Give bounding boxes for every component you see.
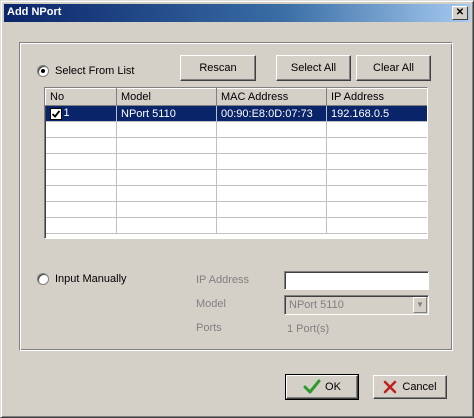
ip-address-label: IP Address bbox=[196, 274, 249, 286]
table-row-empty bbox=[45, 169, 427, 186]
column-header-no[interactable]: No bbox=[45, 88, 117, 106]
clear-all-button[interactable]: Clear All bbox=[356, 55, 431, 81]
title-bar: Add NPort ✕ bbox=[4, 4, 470, 22]
select-all-button[interactable]: Select All bbox=[276, 55, 351, 81]
model-label: Model bbox=[196, 298, 226, 310]
row-mac: 00:90:E8:0D:07:73 bbox=[216, 105, 327, 122]
ports-value: 1 Port(s) bbox=[287, 323, 330, 335]
ip-address-input[interactable] bbox=[284, 271, 429, 290]
ports-label: Ports bbox=[196, 322, 222, 334]
table-row-empty bbox=[45, 217, 427, 234]
cancel-button[interactable]: Cancel bbox=[373, 375, 447, 399]
ok-label: OK bbox=[325, 381, 341, 393]
select-from-list-option[interactable]: Select From List bbox=[37, 65, 134, 77]
table-row-empty bbox=[45, 137, 427, 154]
checkmark-icon bbox=[303, 379, 321, 394]
model-select-value: NPort 5110 bbox=[289, 299, 344, 311]
column-header-ip[interactable]: IP Address bbox=[326, 88, 427, 106]
chevron-down-icon[interactable]: ▼ bbox=[413, 297, 427, 313]
row-no: 1 bbox=[63, 107, 70, 120]
input-manually-option[interactable]: Input Manually bbox=[37, 273, 127, 285]
model-select[interactable]: NPort 5110 ▼ bbox=[284, 295, 429, 315]
nport-table: No Model MAC Address IP Address 1 NPort … bbox=[45, 88, 427, 234]
column-header-mac[interactable]: MAC Address bbox=[216, 88, 327, 106]
input-manually-radio[interactable] bbox=[37, 273, 49, 285]
x-mark-icon bbox=[384, 380, 397, 394]
row-checkbox[interactable] bbox=[49, 107, 62, 120]
row-model: NPort 5110 bbox=[116, 105, 217, 122]
row-no-cell: 1 bbox=[45, 105, 117, 122]
add-nport-dialog: Add NPort ✕ Select From List Rescan Sele… bbox=[0, 0, 474, 418]
nport-list[interactable]: No Model MAC Address IP Address 1 NPort … bbox=[44, 87, 428, 239]
close-button[interactable]: ✕ bbox=[452, 6, 468, 20]
ok-button[interactable]: OK bbox=[285, 374, 359, 400]
row-ip: 192.168.0.5 bbox=[326, 105, 427, 122]
table-row[interactable]: 1 NPort 5110 00:90:E8:0D:07:73 192.168.0… bbox=[45, 105, 427, 122]
column-header-model[interactable]: Model bbox=[116, 88, 217, 106]
table-row-empty bbox=[45, 185, 427, 202]
table-row-empty bbox=[45, 121, 427, 138]
checkmark-icon bbox=[51, 109, 60, 118]
close-icon: ✕ bbox=[455, 7, 465, 18]
window-title: Add NPort bbox=[7, 6, 62, 18]
select-from-list-label: Select From List bbox=[55, 65, 135, 77]
rescan-button[interactable]: Rescan bbox=[180, 55, 256, 81]
table-row-empty bbox=[45, 153, 427, 170]
input-manually-label: Input Manually bbox=[55, 273, 127, 285]
select-from-list-radio[interactable] bbox=[37, 65, 49, 77]
cancel-label: Cancel bbox=[402, 381, 437, 393]
table-row-empty bbox=[45, 201, 427, 218]
